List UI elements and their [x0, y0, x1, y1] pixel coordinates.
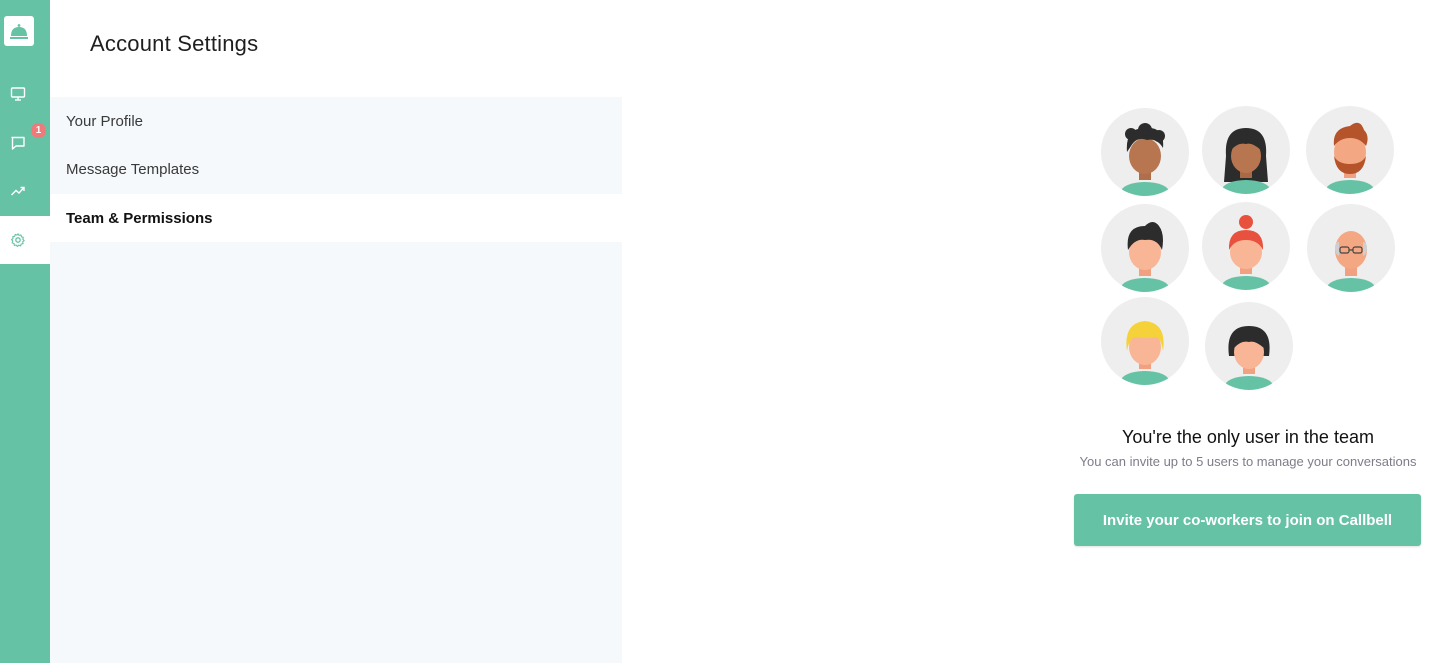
avatar-illustration: [1202, 202, 1290, 290]
nav-conversations[interactable]: 1: [0, 119, 50, 167]
avatar-illustration: [1306, 106, 1394, 194]
chat-bubble-icon: [11, 136, 25, 150]
page-title: Account Settings: [90, 31, 259, 56]
menu-item-team-permissions[interactable]: Team & Permissions: [50, 194, 622, 242]
bell-icon: [10, 24, 28, 39]
avatar-illustration: [1101, 108, 1189, 196]
sidebar-rail: 1: [0, 0, 50, 663]
empty-state-subtitle: You can invite up to 5 users to manage y…: [1079, 454, 1417, 469]
avatar-illustration: [1101, 204, 1189, 292]
menu-item-message-templates[interactable]: Message Templates: [50, 145, 622, 193]
trend-icon: [11, 186, 25, 196]
nav-settings[interactable]: [0, 216, 50, 264]
nav-inbox[interactable]: [0, 70, 50, 118]
app-logo[interactable]: [4, 16, 34, 46]
menu-item-your-profile[interactable]: Your Profile: [50, 97, 622, 145]
avatar-illustration: [1202, 106, 1290, 194]
empty-state-title: You're the only user in the team: [1122, 427, 1374, 447]
avatar-illustration: [1307, 204, 1395, 292]
nav-analytics[interactable]: [0, 167, 50, 215]
avatar-illustration: [1101, 297, 1189, 385]
settings-menu: Your Profile Message Templates Team & Pe…: [50, 97, 622, 663]
unread-badge: 1: [31, 123, 46, 138]
gear-icon: [11, 233, 25, 248]
avatar-illustration: [1205, 302, 1293, 390]
invite-coworkers-button[interactable]: Invite your co-workers to join on Callbe…: [1074, 494, 1421, 546]
monitor-icon: [10, 87, 26, 101]
